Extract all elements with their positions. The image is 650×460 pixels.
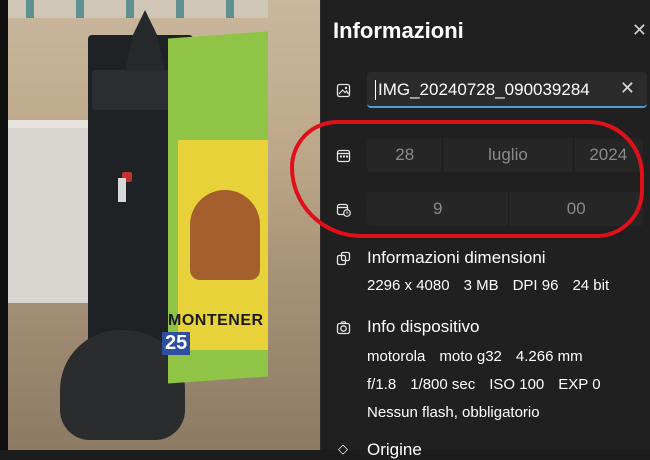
clear-icon[interactable]: ✕ xyxy=(620,78,635,99)
dimensions-icon xyxy=(335,250,351,266)
date-month[interactable]: luglio xyxy=(443,138,574,172)
device-flash: Nessun flash, obbligatorio xyxy=(367,404,540,421)
filename-field[interactable]: IMG_20240728_090039284 ✕ xyxy=(367,72,647,108)
photo-preview: MONTENER 25 xyxy=(0,0,320,450)
image-icon xyxy=(335,82,351,98)
dimensions-resolution: 2296 x 4080 xyxy=(367,277,450,294)
device-focal: 4.266 mm xyxy=(515,348,583,365)
dimensions-dpi: DPI 96 xyxy=(512,277,559,294)
time-minute[interactable]: 00 xyxy=(509,192,643,226)
origin-icon: ◇ xyxy=(338,441,348,456)
dimensions-bitdepth: 24 bit xyxy=(572,277,610,294)
filename-value: IMG_20240728_090039284 xyxy=(378,80,590,99)
photo-edge xyxy=(0,0,8,450)
device-exposure: EXP 0 xyxy=(558,376,601,393)
dimensions-label: Informazioni dimensioni xyxy=(367,248,546,267)
time-picker[interactable]: 9 00 xyxy=(367,192,643,226)
date-day[interactable]: 28 xyxy=(367,138,444,172)
device-brand: motorola xyxy=(367,348,426,365)
panel-title: Informazioni xyxy=(333,18,464,43)
date-year[interactable]: 2024 xyxy=(574,138,644,172)
device-shutter: 1/800 sec xyxy=(410,376,476,393)
time-hour[interactable]: 9 xyxy=(367,192,510,226)
poster-lion xyxy=(190,190,260,280)
faucet-spout xyxy=(118,178,126,202)
device-line-2: f/1.8 1/800 sec ISO 100 EXP 0 xyxy=(367,376,601,393)
camera-icon xyxy=(335,319,351,335)
device-iso: ISO 100 xyxy=(489,376,545,393)
origin-label-partial: Origine xyxy=(367,440,422,459)
device-model: moto g32 xyxy=(439,348,502,365)
device-line-1: motorola moto g32 4.266 mm xyxy=(367,348,583,365)
info-panel: Informazioni ✕ IMG_20240728_090039284 ✕ … xyxy=(320,0,650,459)
device-aperture: f/1.8 xyxy=(367,376,397,393)
beach-background xyxy=(8,0,268,18)
device-label: Info dispositivo xyxy=(367,317,480,336)
dimensions-values: 2296 x 4080 3 MB DPI 96 24 bit xyxy=(367,277,609,294)
poster-text: MONTENER xyxy=(168,312,264,329)
calendar-icon xyxy=(335,147,351,163)
poster-number: 25 xyxy=(162,332,191,355)
close-icon[interactable]: ✕ xyxy=(632,20,647,41)
text-cursor xyxy=(375,80,376,100)
date-picker[interactable]: 28 luglio 2024 xyxy=(367,138,643,172)
dimensions-size: 3 MB xyxy=(463,277,499,294)
calendar-clock-icon xyxy=(335,201,351,217)
